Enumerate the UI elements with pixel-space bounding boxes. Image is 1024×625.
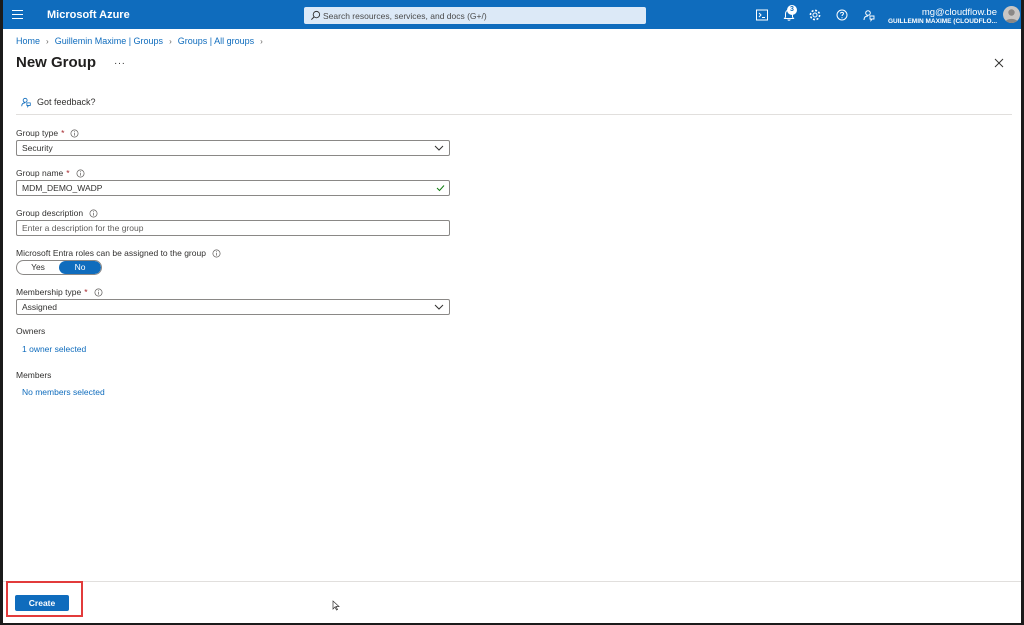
info-icon[interactable] <box>70 129 79 138</box>
group-type-label-text: Group type <box>16 128 59 138</box>
menu-icon[interactable] <box>12 8 23 20</box>
info-icon[interactable] <box>89 209 98 218</box>
user-avatar-icon <box>1005 9 1018 23</box>
chevron-right-icon: › <box>260 36 263 46</box>
chevron-right-icon: › <box>46 36 49 46</box>
required-marker: * <box>66 168 70 178</box>
info-icon[interactable] <box>212 249 221 258</box>
membership-type-value: Assigned <box>22 302 57 312</box>
brand-title[interactable]: Microsoft Azure <box>47 9 130 21</box>
group-description-input[interactable] <box>22 221 422 235</box>
mouse-cursor-icon <box>332 600 340 611</box>
settings-icon[interactable] <box>808 8 822 22</box>
entra-roles-label: Microsoft Entra roles can be assigned to… <box>16 248 221 258</box>
members-link[interactable]: No members selected <box>22 387 105 397</box>
breadcrumb-all-groups[interactable]: Groups | All groups <box>178 36 254 46</box>
breadcrumb-groups[interactable]: Guillemin Maxime | Groups <box>55 36 163 46</box>
info-icon[interactable] <box>94 288 103 297</box>
group-description-field[interactable] <box>16 220 450 236</box>
divider <box>16 114 1012 115</box>
page-title: New Group <box>16 54 97 71</box>
group-type-dropdown[interactable]: Security <box>16 140 450 156</box>
feedback-icon <box>21 97 31 108</box>
feedback-label: Got feedback? <box>37 97 96 107</box>
required-marker: * <box>61 128 65 138</box>
breadcrumb-home[interactable]: Home <box>16 36 40 46</box>
got-feedback-button[interactable]: Got feedback? <box>20 96 96 108</box>
chevron-down-icon <box>434 145 444 151</box>
membership-type-label: Membership type * <box>16 287 103 297</box>
toggle-no[interactable]: No <box>59 261 101 274</box>
azure-portal-window: Microsoft Azure 3 <box>3 0 1021 623</box>
members-label: Members <box>16 370 51 380</box>
group-name-field[interactable] <box>16 180 450 196</box>
create-button[interactable]: Create <box>15 595 69 611</box>
user-email[interactable]: mg@cloudflow.be <box>922 7 997 18</box>
close-icon[interactable] <box>993 57 1005 69</box>
checkmark-icon <box>436 185 445 192</box>
breadcrumb: Home › Guillemin Maxime | Groups › Group… <box>16 36 269 46</box>
search-box[interactable] <box>304 7 646 24</box>
owners-label-text: Owners <box>16 326 46 336</box>
chevron-down-icon <box>434 304 444 310</box>
entra-roles-toggle[interactable]: Yes No <box>16 260 102 275</box>
footer-divider <box>3 581 1021 582</box>
avatar[interactable] <box>1003 6 1020 23</box>
user-directory[interactable]: GUILLEMIN MAXIME (CLOUDFLO... <box>888 18 997 25</box>
required-marker: * <box>84 287 88 297</box>
membership-type-label-text: Membership type <box>16 287 82 297</box>
feedback-icon[interactable] <box>862 8 876 22</box>
cloud-shell-icon[interactable] <box>755 8 769 22</box>
top-bar: Microsoft Azure 3 <box>3 0 1021 29</box>
group-name-label-text: Group name <box>16 168 64 178</box>
members-label-text: Members <box>16 370 52 380</box>
owners-label: Owners <box>16 326 45 336</box>
group-name-input[interactable] <box>22 181 422 195</box>
search-input[interactable] <box>323 7 641 24</box>
group-name-label: Group name * <box>16 168 85 178</box>
more-options-button[interactable]: ··· <box>114 58 126 69</box>
notification-badge: 3 <box>787 5 797 15</box>
search-icon <box>311 10 321 20</box>
owners-link[interactable]: 1 owner selected <box>22 344 86 354</box>
membership-type-dropdown[interactable]: Assigned <box>16 299 450 315</box>
toggle-yes[interactable]: Yes <box>17 261 59 274</box>
group-type-label: Group type * <box>16 128 79 138</box>
help-icon[interactable] <box>835 8 849 22</box>
group-description-label-text: Group description <box>16 208 84 218</box>
info-icon[interactable] <box>76 169 85 178</box>
entra-roles-label-text: Microsoft Entra roles can be assigned to… <box>16 248 206 258</box>
group-description-label: Group description <box>16 208 98 218</box>
group-type-value: Security <box>22 143 53 153</box>
chevron-right-icon: › <box>169 36 172 46</box>
